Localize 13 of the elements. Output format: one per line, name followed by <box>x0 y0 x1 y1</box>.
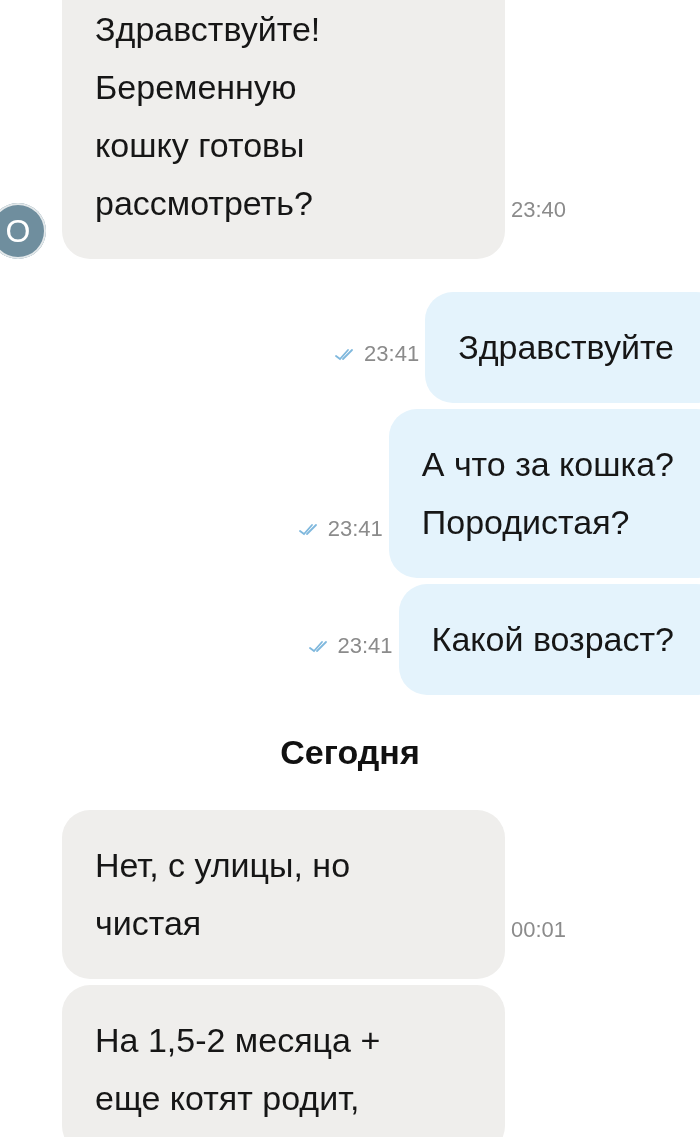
message-text: Здравствуйте! Беременную кошку готовы рассмотреть? <box>95 9 322 224</box>
message-time: 00:01 <box>511 917 567 943</box>
message-text: А что за кошка? Породистая? <box>421 444 674 543</box>
message-text: Какой возраст? <box>431 619 674 660</box>
message-time: 23:41 <box>337 633 393 659</box>
avatar[interactable]: О <box>0 203 46 259</box>
message-time: 23:40 <box>511 197 567 223</box>
message-text: Здравствуйте <box>458 327 674 368</box>
message-time: 23:41 <box>327 516 383 542</box>
date-separator: Сегодня <box>280 733 420 772</box>
message-text: Нет, с улицы, но чистая <box>95 845 352 944</box>
message-text: На 1,5-2 месяца + еще котят родит, <box>95 1020 382 1119</box>
message-time: 23:41 <box>364 341 420 367</box>
